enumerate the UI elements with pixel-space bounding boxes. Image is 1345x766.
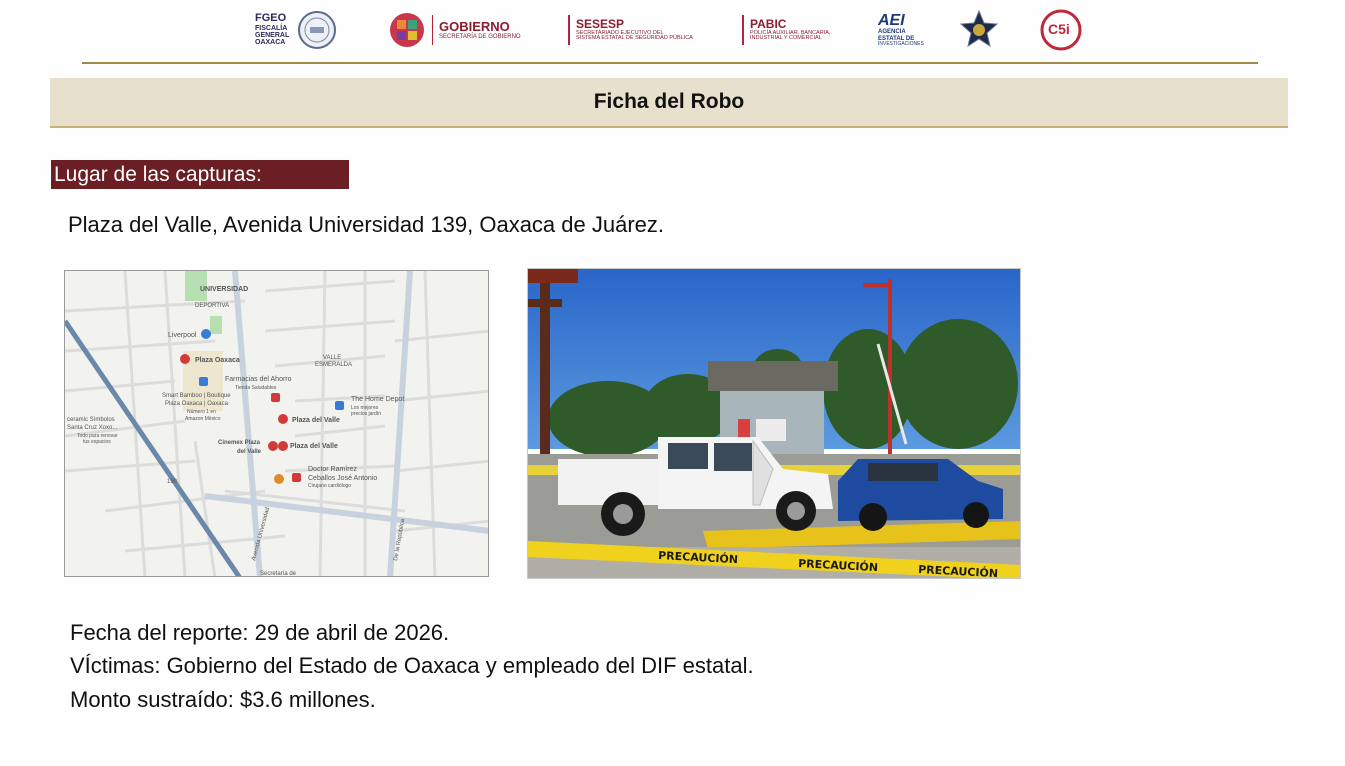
map-label: Doctor Ramírez	[308, 466, 358, 473]
map-label: del Valle	[237, 449, 262, 455]
c5i-logo: C5i	[1040, 9, 1082, 51]
fgeo-logo: FGEO FISCALÍA GENERAL OAXACA	[255, 10, 337, 50]
fgeo-seal-icon	[298, 11, 337, 49]
fgeo-logo-line: FGEO	[255, 12, 287, 25]
fgeo-logo-line: GENERAL	[255, 32, 290, 40]
sesesp-logo-line: SISTEMA ESTATAL DE SEGURIDAD PÚBLICA	[576, 35, 693, 42]
map-label: Smart Bamboo | Boutique	[162, 393, 231, 399]
gobierno-logo: GOBIERNO SECRETARÍA DE GOBIERNO	[388, 10, 521, 50]
map-label: Plaza del Valle	[292, 417, 340, 424]
amount-text: Monto sustraído: $3.6 millones.	[70, 687, 376, 712]
map-label: Número 1 en	[187, 409, 216, 415]
map-label: Liverpool	[168, 332, 197, 339]
map-label: Santa Cruz Xoxo...	[67, 425, 118, 431]
map-canvas: UNIVERSIDAD DEPORTIVA Liverpool Plaza Oa…	[65, 271, 488, 577]
aei-logo-title: AEI	[878, 11, 905, 29]
pabic-logo: PABIC POLICÍA AUXILIAR, BANCARIA, INDUST…	[742, 10, 830, 50]
map-label: ESMERALDA	[315, 362, 352, 368]
gobierno-logo-subtitle: SECRETARÍA DE GOBIERNO	[439, 33, 521, 40]
map-label: precios jardín	[351, 411, 381, 417]
map-label: ceramic Símbolos	[67, 417, 115, 423]
map-label: Cinemex Plaza	[218, 440, 261, 446]
page-title: Ficha del Robo	[593, 90, 745, 113]
c5i-logo-text: C5i	[1048, 21, 1070, 37]
map-label: UNIVERSIDAD	[200, 286, 248, 293]
police-star-logo	[958, 9, 1000, 50]
aei-logo-line: INVESTIGACIONES	[878, 41, 924, 48]
map-label: Ceballos José Antonio	[308, 475, 377, 482]
map-label: Secretaría de	[260, 571, 297, 577]
victims-text: VÍctimas: Gobierno del Estado de Oaxaca …	[70, 653, 754, 678]
map-label: Plaza del Valle	[290, 443, 338, 450]
map-label: Farmacias del Ahorro	[225, 376, 292, 383]
section-label: Lugar de las capturas:	[51, 160, 349, 189]
map-label: DEPORTIVA	[195, 303, 229, 309]
crime-scene-photo: PRECAUCIÓN PRECAUCIÓN PRECAUCIÓN	[527, 268, 1021, 579]
location-map: UNIVERSIDAD DEPORTIVA Liverpool Plaza Oa…	[64, 270, 489, 577]
title-bar: Ficha del Robo	[50, 78, 1288, 128]
pabic-logo-title: PABIC	[750, 16, 787, 31]
map-label: Plaza Oaxaca | Oaxaca	[165, 401, 229, 407]
map-label: Plaza Oaxaca	[195, 357, 240, 364]
map-label: tus espacios	[83, 439, 111, 445]
photo-canvas: PRECAUCIÓN PRECAUCIÓN PRECAUCIÓN	[528, 269, 1020, 578]
header-divider	[82, 62, 1258, 64]
map-label: VALLE	[323, 355, 341, 361]
police-star-icon	[959, 9, 999, 48]
fgeo-logo-line: FISCALÍA	[255, 24, 288, 32]
aei-logo: AEI AGENCIA ESTATAL DE INVESTIGACIONES	[878, 10, 924, 50]
gobierno-logo-title: GOBIERNO	[439, 19, 510, 35]
map-label: Amazon México	[185, 416, 221, 422]
map-label: Tienda Saludables	[235, 385, 277, 391]
fgeo-logo-line: OAXACA	[255, 39, 286, 47]
address-text: Plaza del Valle, Avenida Universidad 139…	[68, 212, 664, 237]
pabic-logo-line: INDUSTRIAL Y COMERCIAL	[750, 35, 822, 42]
sesesp-logo: SESESP SECRETARIADO EJECUTIVO DEL SISTEM…	[568, 10, 693, 50]
sesesp-logo-title: SESESP	[576, 16, 625, 31]
oaxaca-emblem-icon	[390, 13, 424, 47]
map-label: Cirujano cardiólogo	[308, 483, 351, 489]
map-label: The Home Depot	[351, 396, 404, 403]
map-label: 190	[167, 479, 178, 485]
report-date: Fecha del reporte: 29 de abril de 2026.	[70, 620, 450, 645]
header-logos: FGEO FISCALÍA GENERAL OAXACA GOBIERNO SE…	[0, 0, 1345, 60]
